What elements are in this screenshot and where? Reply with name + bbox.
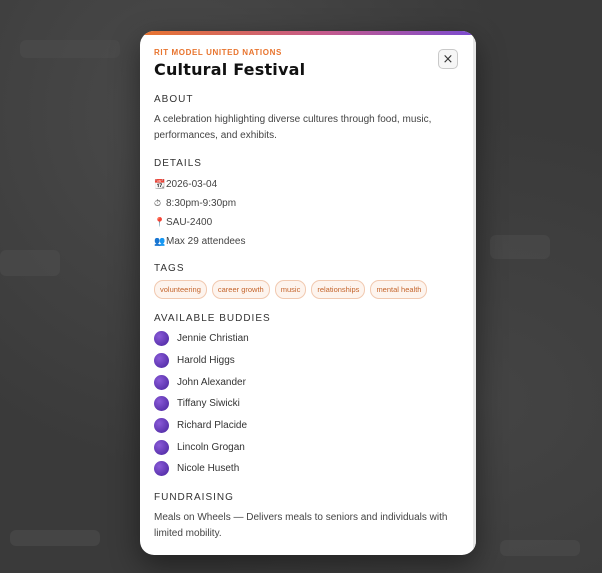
about-heading: ABOUT [154, 94, 194, 105]
details-list: 📆 2026-03-04 ⏱ 8:30pm-9:30pm 📍 SAU-2400 … [154, 175, 454, 251]
detail-date: 📆 2026-03-04 [154, 175, 454, 194]
backdrop-shape [500, 540, 580, 556]
location-value: SAU-2400 [166, 217, 213, 228]
people-icon: 👥 [154, 236, 166, 246]
pin-icon: 📍 [154, 217, 166, 227]
buddy-name: Richard Placide [177, 420, 248, 432]
backdrop-shape [0, 250, 60, 276]
buddy-name: John Alexander [177, 376, 246, 388]
stopwatch-icon: ⏱ [154, 198, 162, 208]
avatar [154, 439, 169, 455]
buddy-item[interactable]: Lincoln Grogan [154, 436, 454, 458]
modal-scrollbar[interactable] [473, 35, 476, 555]
buddy-list: Jennie Christian Harold Higgs John Alexa… [154, 328, 454, 480]
avatar [154, 396, 169, 412]
buddy-item[interactable]: John Alexander [154, 371, 454, 393]
fundraising-text: Meals on Wheels — Delivers meals to seni… [154, 511, 448, 539]
backdrop-shape [490, 235, 550, 259]
buddy-name: Lincoln Grogan [177, 441, 245, 453]
buddy-item[interactable]: Nicole Huseth [154, 458, 454, 480]
avatar [154, 331, 169, 347]
organization-name: RIT MODEL UNITED NATIONS [154, 48, 282, 57]
tag-chip[interactable]: relationships [311, 280, 366, 299]
details-heading: DETAILS [154, 158, 202, 169]
buddies-heading: AVAILABLE BUDDIES [154, 313, 271, 324]
detail-capacity: 👥 Max 29 attendees [154, 232, 454, 251]
buddy-item[interactable]: Richard Placide [154, 415, 454, 437]
buddy-item[interactable]: Harold Higgs [154, 350, 454, 372]
buddy-name: Jennie Christian [177, 333, 249, 345]
avatar [154, 374, 169, 390]
detail-location: 📍 SAU-2400 [154, 213, 454, 232]
event-modal: × RIT MODEL UNITED NATIONS Cultural Fest… [140, 31, 476, 555]
tags-heading: TAGS [154, 263, 185, 274]
avatar [154, 353, 169, 369]
buddy-name: Harold Higgs [177, 355, 235, 367]
buddy-name: Nicole Huseth [177, 463, 240, 475]
modal-accent-bar [140, 31, 476, 35]
buddy-name: Tiffany Siwicki [177, 398, 240, 410]
about-text: A celebration highlighting diverse cultu… [154, 114, 432, 141]
backdrop-shape [10, 530, 100, 546]
buddy-item[interactable]: Jennie Christian [154, 328, 454, 350]
date-value: 2026-03-04 [166, 179, 218, 190]
avatar [154, 418, 169, 434]
time-value: 8:30pm-9:30pm [166, 198, 237, 209]
calendar-icon: 📆 [154, 179, 166, 189]
tag-chip[interactable]: volunteering [154, 280, 207, 299]
event-title: Cultural Festival [154, 60, 306, 79]
backdrop-shape [20, 40, 120, 58]
fundraising-heading: FUNDRAISING [154, 491, 234, 503]
detail-time: ⏱ 8:30pm-9:30pm [154, 194, 454, 213]
avatar [154, 461, 169, 477]
tag-chip[interactable]: music [274, 280, 307, 299]
buddy-item[interactable]: Tiffany Siwicki [154, 393, 454, 415]
tag-list: volunteering career growth music relatio… [154, 280, 454, 299]
capacity-value: Max 29 attendees [166, 236, 246, 247]
modal-content: RIT MODEL UNITED NATIONS Cultural Festiv… [154, 48, 454, 542]
tag-chip[interactable]: mental health [370, 280, 428, 299]
tag-chip[interactable]: career growth [211, 280, 270, 299]
